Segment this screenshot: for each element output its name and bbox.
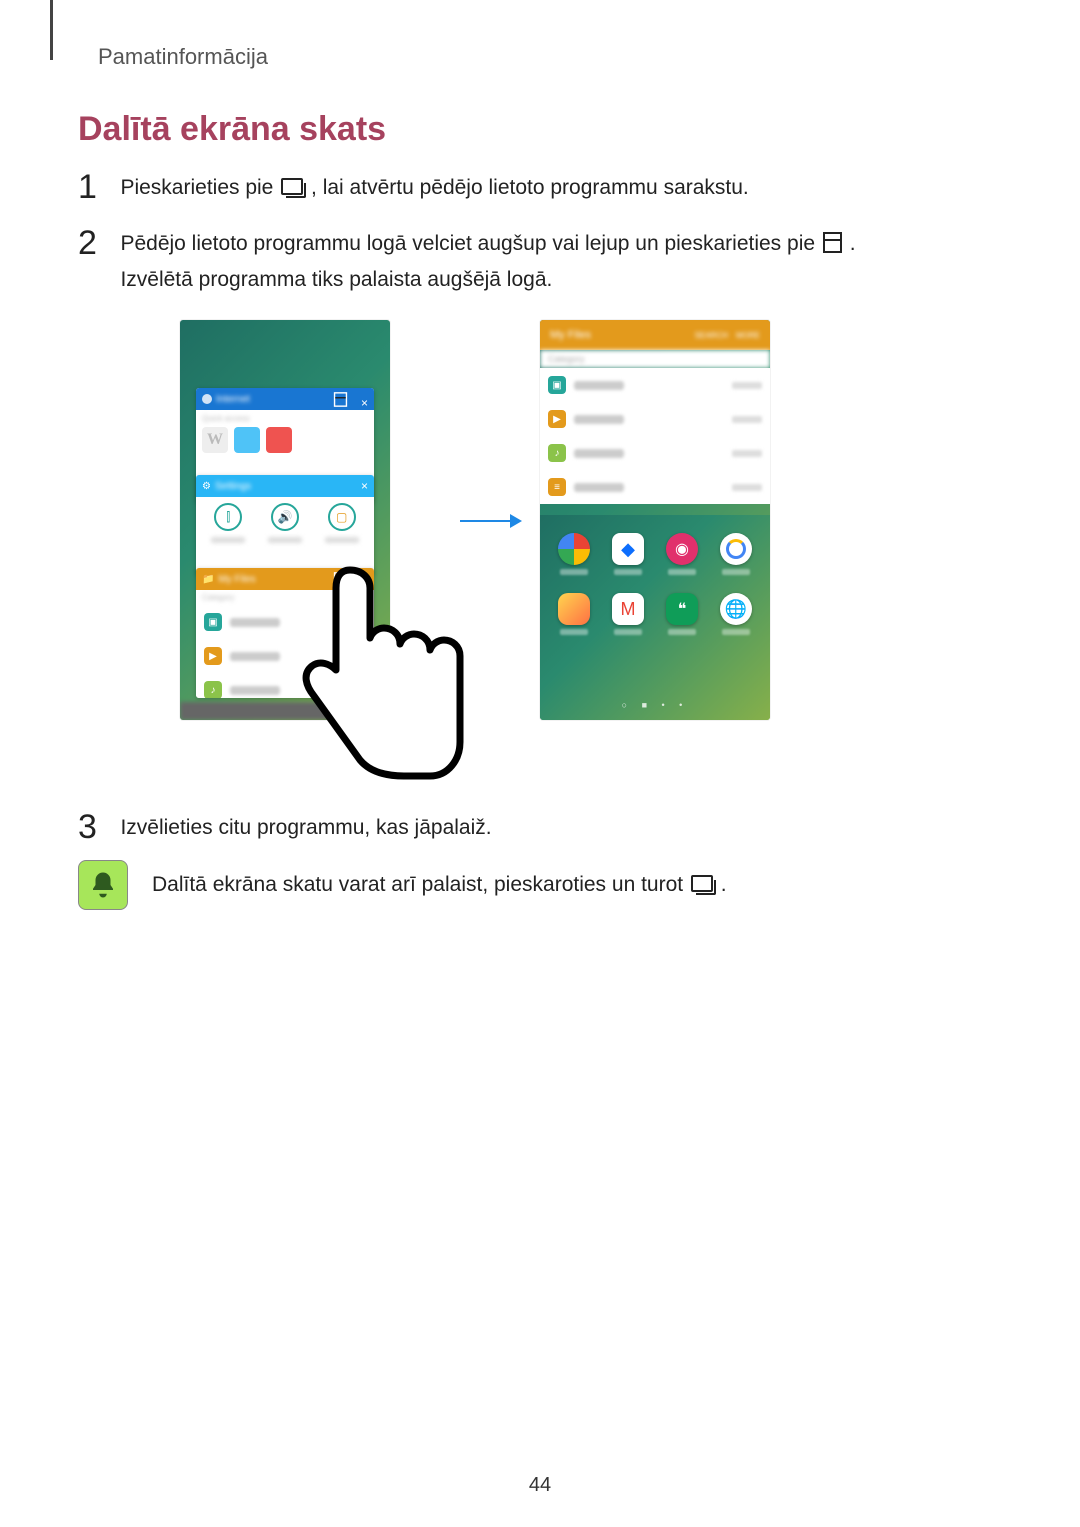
text: Dalītā ekrāna skatu varat arī palaist, p…	[152, 873, 689, 896]
gmail-icon: M	[612, 593, 644, 625]
recent-apps-icon	[691, 875, 713, 892]
arrow-right-icon	[460, 520, 520, 522]
note-text: Dalītā ekrāna skatu varat arī palaist, p…	[152, 873, 727, 897]
step-number: 1	[78, 170, 116, 204]
split-screen-icon	[823, 232, 842, 253]
dropbox-icon: ◆	[612, 533, 644, 565]
label: Category	[196, 590, 374, 605]
phone-recents: Internet × Quick access W ⚙ Settings	[180, 320, 390, 720]
category-label: Category	[540, 350, 770, 368]
text: Pēdējo lietoto programmu logā velciet au…	[120, 232, 820, 255]
search-label: SEARCH	[695, 331, 728, 340]
step-number: 2	[78, 226, 116, 260]
recent-card-myfiles: 📁 My Files × Category ▣ ▶ ♪	[196, 568, 374, 698]
folder-icon: 📁	[202, 574, 214, 585]
card-title: Internet	[216, 394, 250, 405]
data-usage-icon: ⫿	[214, 503, 242, 531]
step-body: Pieskarieties pie , lai atvērtu pēdējo l…	[120, 170, 748, 206]
close-icon: ×	[361, 396, 368, 410]
page-title: Dalītā ekrāna skats	[78, 110, 386, 149]
step-1: 1 Pieskarieties pie , lai atvērtu pēdējo…	[78, 170, 1000, 206]
sound-icon: 🔊	[271, 503, 299, 531]
text: , lai atvērtu pēdējo lietoto programmu s…	[311, 176, 749, 199]
gear-icon: ⚙	[202, 481, 211, 492]
home-screen: ◆ ◉ M ❝ 🌐 ○ ■ • •	[540, 515, 770, 720]
step-number: 3	[78, 810, 116, 844]
file-row: ▶	[540, 402, 770, 436]
split-screen-icon	[334, 392, 347, 407]
step-3: 3 Izvēlieties citu programmu, kas jāpala…	[78, 810, 1000, 846]
step-body: Pēdējo lietoto programmu logā velciet au…	[120, 226, 855, 297]
illustration: Internet × Quick access W ⚙ Settings	[180, 320, 900, 780]
card-header: 📁 My Files ×	[196, 568, 374, 590]
step-body: Izvēlieties citu programmu, kas jāpalaiž…	[120, 810, 491, 846]
label: Quick access	[196, 410, 374, 427]
text: Izvēlētā programma tiks palaista augšējā…	[120, 268, 552, 291]
page-number: 44	[0, 1474, 1080, 1497]
close-icon: ×	[361, 479, 368, 493]
card-title: Settings	[215, 481, 251, 492]
note-bell-icon	[78, 860, 128, 910]
file-row: ≡	[540, 470, 770, 504]
page-indicator: ○ ■ • •	[540, 700, 770, 710]
more-label: MORE	[736, 331, 760, 340]
app-title: My Files	[550, 329, 591, 341]
smart-manager-icon	[720, 533, 752, 565]
recent-card-settings: ⚙ Settings × ⫿ 🔊 ▢	[196, 475, 374, 575]
step-2: 2 Pēdējo lietoto programmu logā velciet …	[78, 226, 1000, 297]
margin-line	[50, 0, 53, 60]
internet-icon: 🌐	[720, 593, 752, 625]
chrome-icon	[558, 533, 590, 565]
card-title: My Files	[218, 574, 255, 585]
file-row: ▣	[540, 368, 770, 402]
card-header: ⚙ Settings ×	[196, 475, 374, 497]
close-all-button: CLOSE ALL	[180, 702, 390, 720]
section-header: Pamatinformācija	[98, 44, 268, 70]
hangouts-icon: ❝	[666, 593, 698, 625]
app-topbar: My Files SEARCH MORE	[540, 320, 770, 350]
card-actions: ×	[325, 389, 368, 410]
gallery-icon	[558, 593, 590, 625]
instagram-icon: ◉	[666, 533, 698, 565]
display-icon: ▢	[328, 503, 356, 531]
close-icon: ×	[361, 576, 368, 590]
text: .	[850, 232, 856, 255]
text: Pieskarieties pie	[120, 176, 279, 199]
note: Dalītā ekrāna skatu varat arī palaist, p…	[78, 860, 1000, 910]
recent-apps-icon	[281, 178, 303, 195]
text: .	[721, 873, 727, 896]
card-header: Internet ×	[196, 388, 374, 410]
file-row: ♪	[540, 436, 770, 470]
split-screen-icon	[334, 572, 347, 587]
phone-split-result: My Files SEARCH MORE Category ▣ ▶ ♪ ≡ ◆ …	[540, 320, 770, 720]
